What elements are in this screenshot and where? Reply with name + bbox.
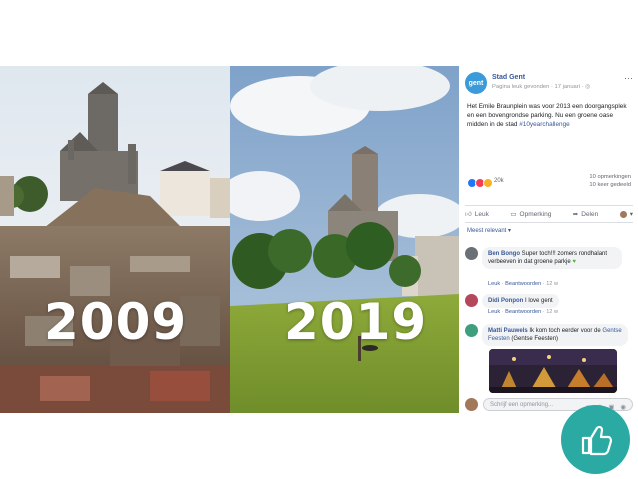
like-label: Leuk (474, 210, 489, 218)
commenter-name[interactable]: Matti Pauwels (488, 328, 528, 334)
thumbs-up-icon (581, 425, 612, 455)
shares-count[interactable]: 10 keer gedeeld (589, 181, 631, 189)
post-header: gent Stad Gent Pagina leuk gevonden · 17… (465, 72, 635, 102)
commenter-name[interactable]: Ben Bongo (488, 251, 520, 257)
chevron-down-icon: ▾ (629, 211, 633, 218)
commenter-name[interactable]: Didi Ponpon (488, 298, 523, 304)
facebook-post: gent Stad Gent Pagina leuk gevonden · 17… (459, 66, 638, 413)
post-subline: Pagina leuk gevonden · 17 januari · ◎ (492, 84, 590, 90)
comment-time: 12 w (546, 309, 559, 315)
reaction-count[interactable]: 20k (494, 178, 504, 184)
comment-reply-link[interactable]: Beantwoorden (505, 309, 541, 315)
share-label: Delen (581, 210, 599, 218)
commenter-avatar[interactable] (465, 324, 478, 337)
comment-reply-link[interactable]: Beantwoorden (505, 281, 541, 287)
comment-bubble: Didi Ponpon I love gent (482, 294, 559, 308)
year-2009-label: 2009 (44, 293, 188, 351)
photo-2019 (230, 66, 459, 413)
commenter-avatar[interactable] (465, 247, 478, 260)
comment-sort-dropdown[interactable]: Meest relevant ▾ (467, 227, 511, 234)
reaction-icons[interactable] (467, 178, 493, 188)
post-body: Het Emile Braunplein was voor 2013 een d… (467, 102, 635, 129)
wow-reaction-icon (483, 178, 493, 188)
reactions-row: 20k 10 opmerkingen 10 keer gedeeld (467, 174, 631, 189)
comment-label: Opmerking (519, 210, 552, 218)
comment-icon: ▭ (510, 211, 517, 218)
comment-text: I love gent (525, 298, 553, 304)
hashtag-link[interactable]: #10yearchallenge (519, 121, 569, 128)
engagement-counts: 10 opmerkingen 10 keer gedeeld (589, 173, 631, 189)
comment-bubble: Matti Pauwels Ik kom toch eerder voor de… (482, 324, 628, 346)
comment-bubble: Ben Bongo Super toch!!! zomers rondhalan… (482, 247, 622, 269)
comment-time: 12 w (546, 281, 559, 287)
comment-photo[interactable] (489, 349, 617, 393)
globe-icon: ◎ (585, 84, 591, 90)
comment-button[interactable]: ▭ Opmerking (510, 210, 552, 219)
mention-suffix: (Gentse Feesten) (509, 336, 559, 342)
comment-meta: Leuk · Beantwoorden · 12 w (488, 281, 559, 287)
comment-like-link[interactable]: Leuk (488, 281, 500, 287)
page-name-link[interactable]: Stad Gent (492, 74, 525, 81)
like-button[interactable]: 👍︎ Leuk (465, 210, 489, 219)
comment-text: Ik kom toch eerder voor de (529, 328, 601, 334)
page-avatar[interactable]: gent (465, 72, 487, 94)
comment-like-link[interactable]: Leuk (488, 309, 500, 315)
post-actions: 👍︎ Leuk ▭ Opmerking ➦ Delen ▾ (465, 205, 633, 223)
comment-placeholder: Schrijf een opmerking... (490, 402, 554, 408)
comment-meta: Leuk · Beantwoorden · 12 w (488, 309, 559, 315)
audience-selector[interactable]: ▾ (619, 210, 633, 218)
green-heart-icon: ♥ (572, 259, 576, 265)
thumbs-up-icon: 👍︎ (465, 211, 472, 218)
photo-2009 (0, 66, 230, 413)
floating-like-button[interactable] (561, 405, 630, 474)
share-icon: ➦ (572, 211, 579, 218)
comments-count[interactable]: 10 opmerkingen (589, 173, 631, 181)
current-user-avatar (465, 398, 478, 411)
share-button[interactable]: ➦ Delen (572, 210, 599, 219)
commenter-avatar[interactable] (465, 294, 478, 307)
more-options-icon[interactable]: ⋯ (624, 73, 633, 84)
avatar-small (619, 210, 627, 218)
year-2019-label: 2019 (284, 293, 428, 351)
post-meta-text: Pagina leuk gevonden · 17 januari · (492, 84, 586, 90)
